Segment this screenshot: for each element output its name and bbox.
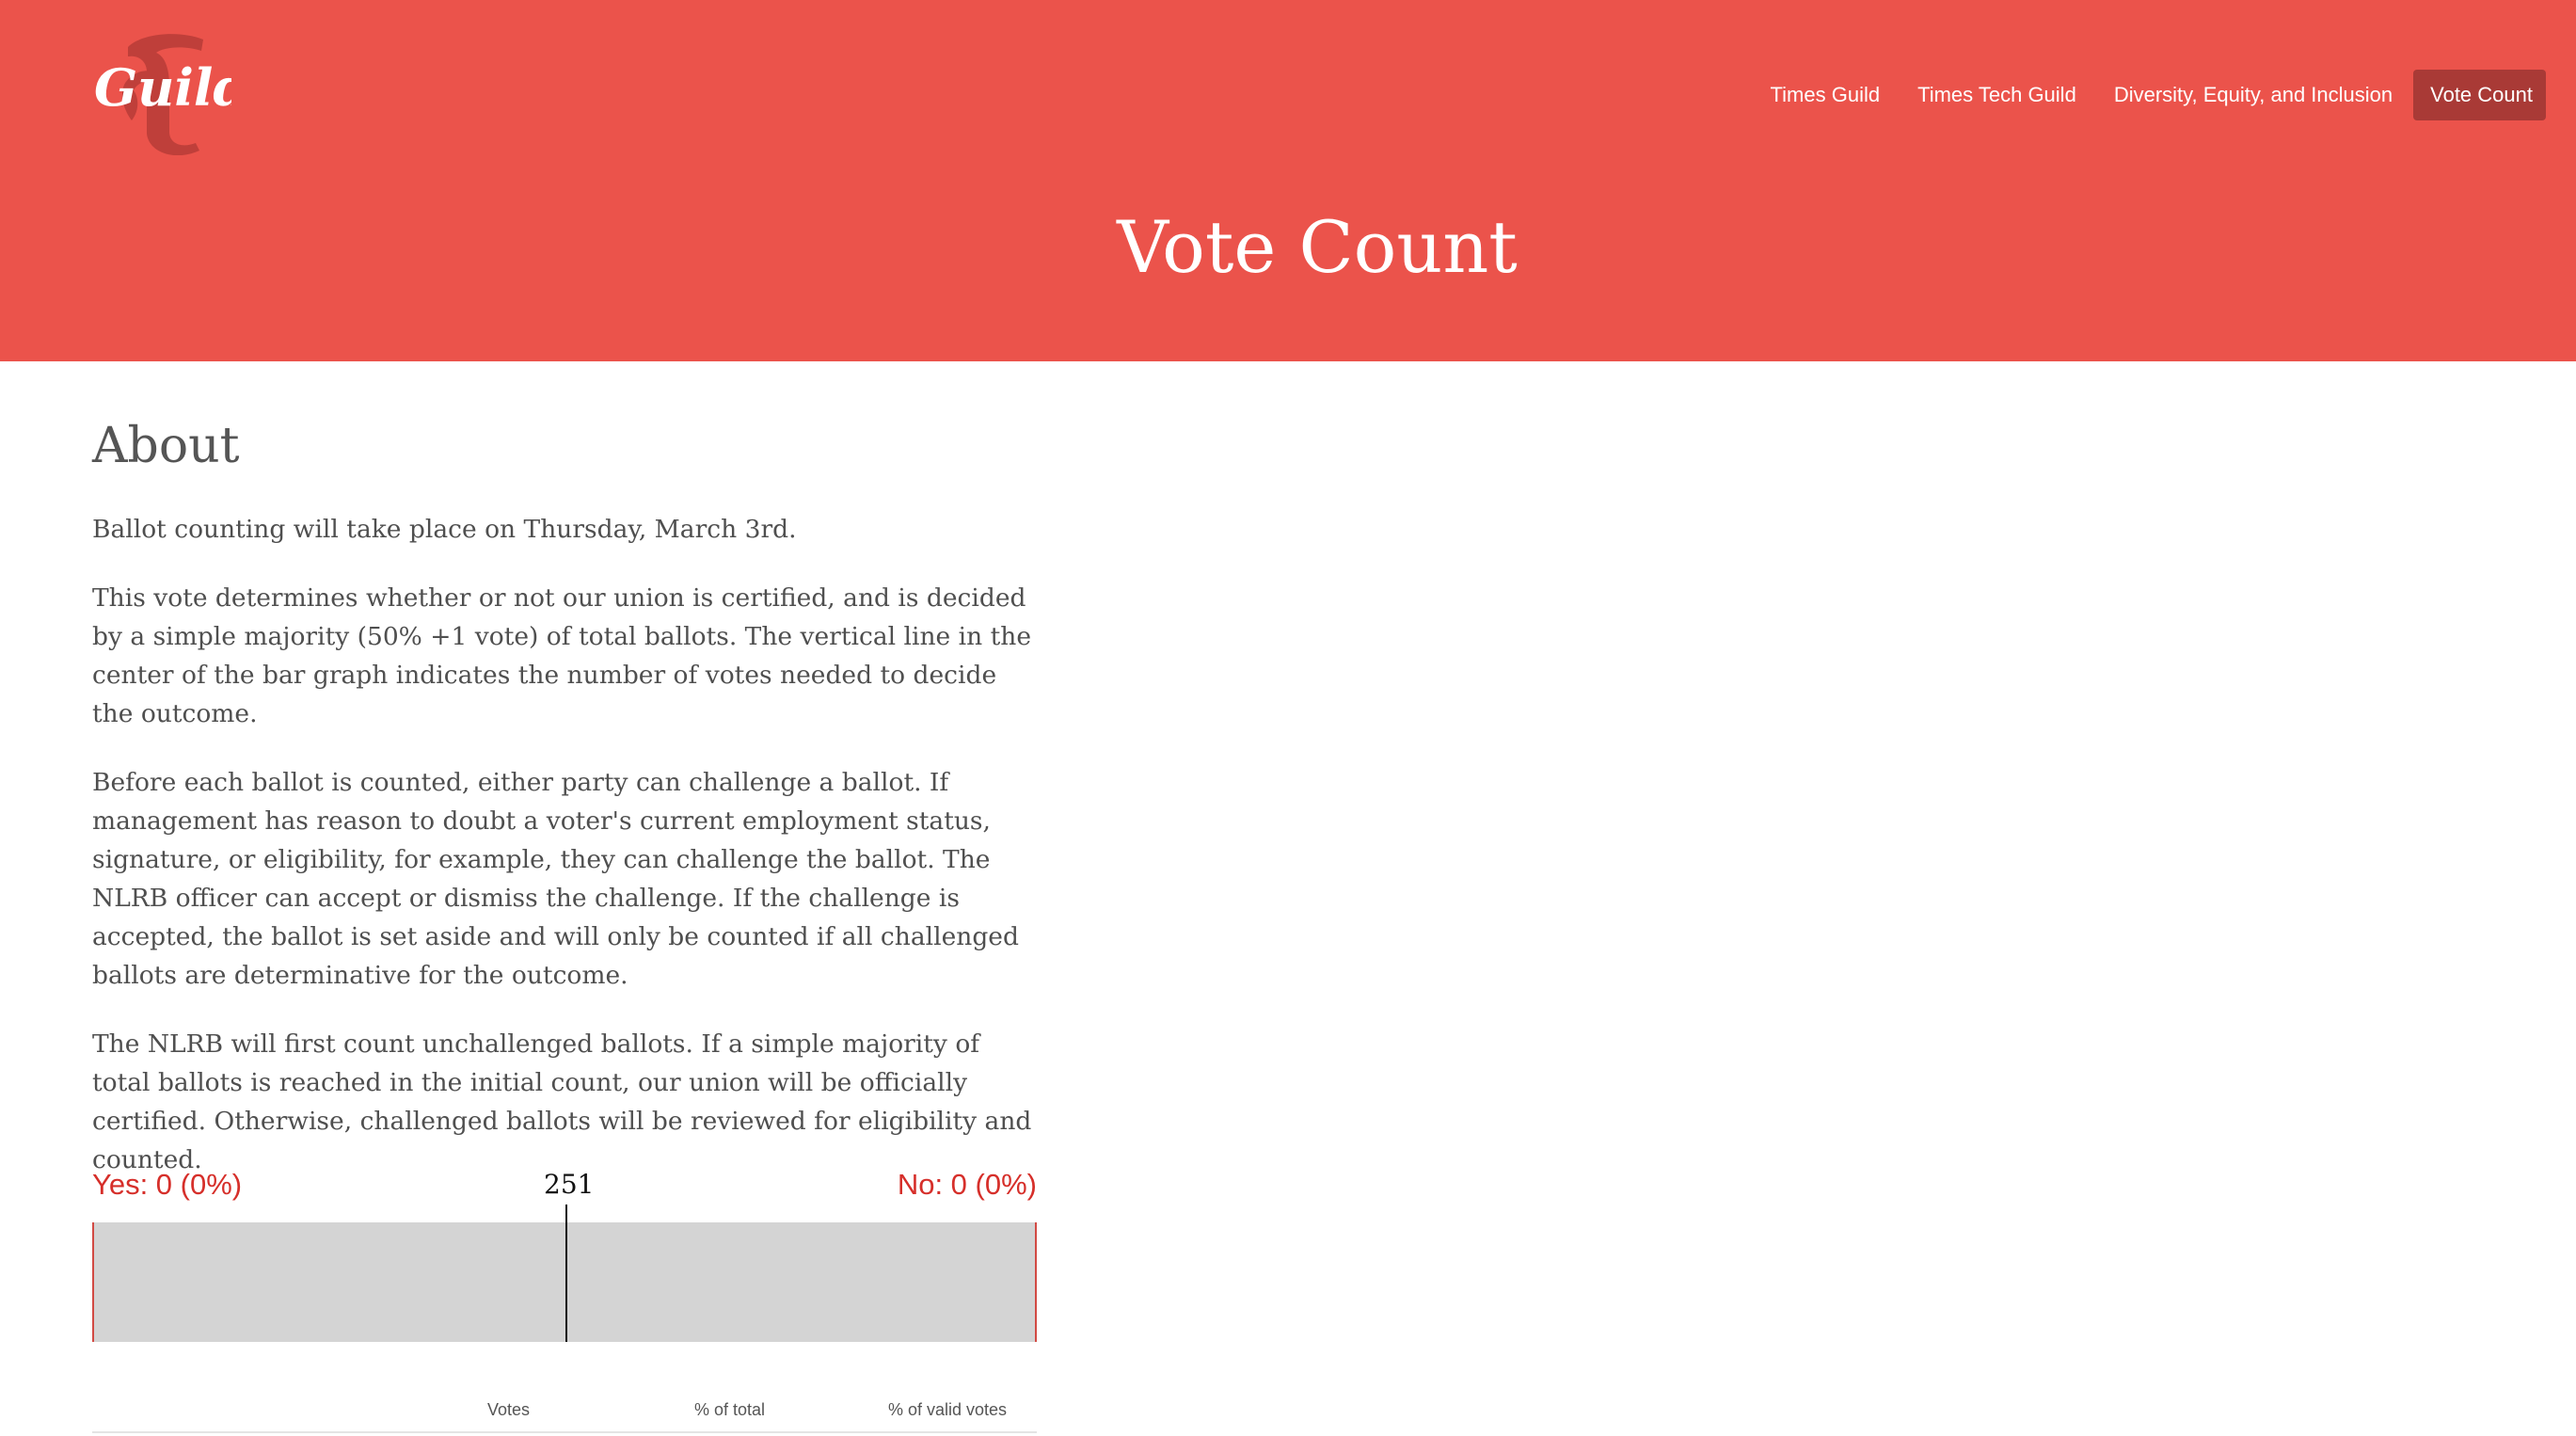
column-header-votes: Votes bbox=[487, 1400, 531, 1419]
nav-item-times-tech-guild[interactable]: Times Tech Guild bbox=[1900, 70, 2090, 120]
guild-logo-icon: Guild bbox=[94, 34, 231, 155]
about-paragraph: Ballot counting will take place on Thurs… bbox=[92, 515, 797, 544]
about-paragraph: The NLRB will first count unchallenged b… bbox=[92, 1029, 1032, 1174]
yes-count-label: Yes: 0 (0%) bbox=[92, 1168, 243, 1201]
about-heading: About bbox=[92, 418, 240, 474]
majority-threshold-line bbox=[565, 1205, 567, 1342]
column-header-percent-valid: % of valid votes bbox=[888, 1400, 1008, 1419]
site-header: Guild Times Guild Times Tech Guild Diver… bbox=[0, 0, 2576, 361]
main-nav: Times Guild Times Tech Guild Diversity, … bbox=[1754, 70, 2546, 120]
vote-progress-bar bbox=[92, 1222, 1037, 1342]
nav-item-vote-count[interactable]: Vote Count bbox=[2413, 70, 2546, 120]
table-divider bbox=[92, 1431, 1037, 1433]
about-paragraph: This vote determines whether or not our … bbox=[92, 583, 1032, 728]
column-header-percent-total: % of total bbox=[694, 1400, 766, 1419]
majority-threshold-label: 251 bbox=[544, 1169, 595, 1200]
about-section: About Ballot counting will take place on… bbox=[92, 422, 1037, 1209]
about-paragraph: Before each ballot is counted, either pa… bbox=[92, 768, 1019, 990]
nav-item-times-guild[interactable]: Times Guild bbox=[1754, 70, 1894, 120]
svg-text:Guild: Guild bbox=[94, 57, 231, 118]
vote-tally-labels: Yes: 0 (0%) 251 No: 0 (0%) bbox=[92, 1163, 1037, 1210]
results-table-header: Votes % of total % of valid votes bbox=[92, 1400, 1037, 1428]
guild-logo[interactable]: Guild bbox=[90, 28, 231, 155]
nav-item-dei[interactable]: Diversity, Equity, and Inclusion bbox=[2097, 70, 2406, 120]
no-count-label: No: 0 (0%) bbox=[897, 1168, 1037, 1201]
page-title: Vote Count bbox=[1117, 205, 1518, 289]
